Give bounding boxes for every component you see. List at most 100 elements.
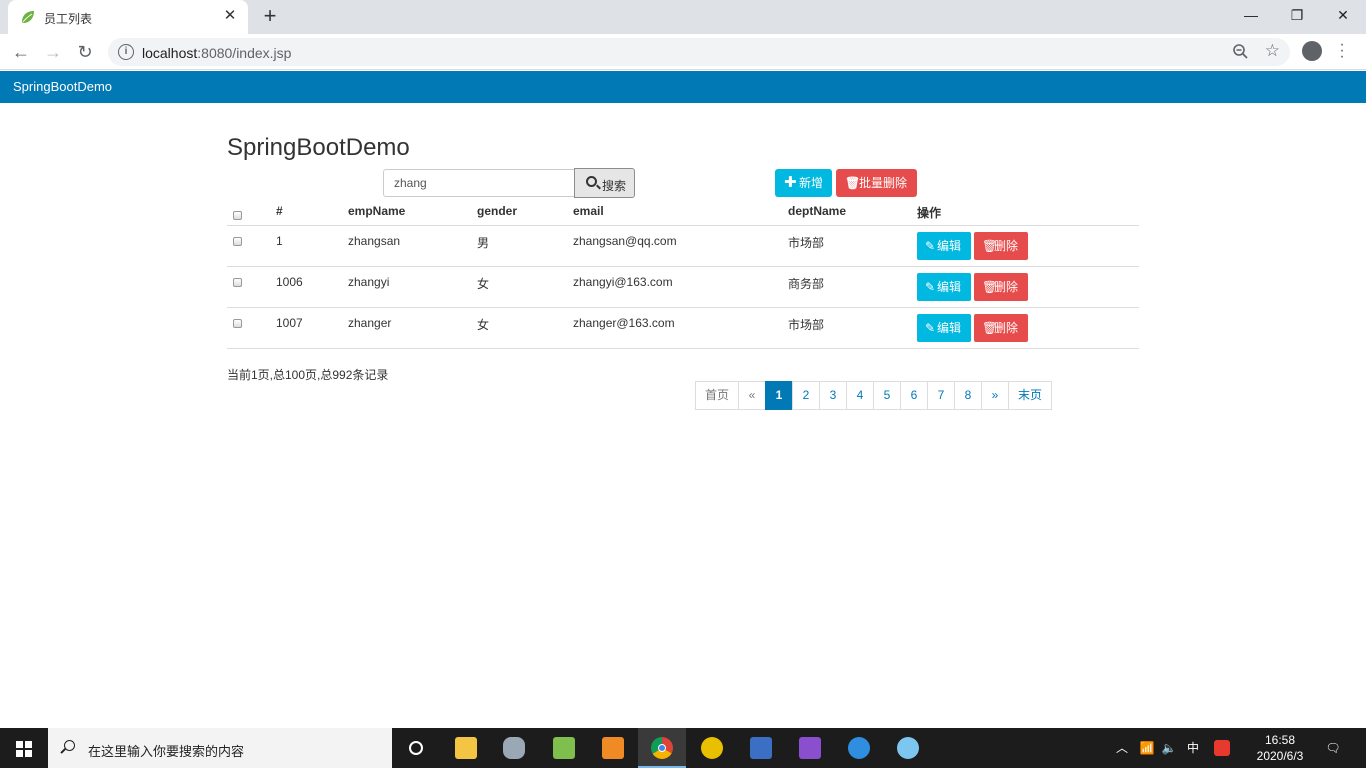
edit-button-label: 编辑 bbox=[937, 280, 962, 294]
zoom-icon[interactable] bbox=[1232, 43, 1250, 61]
pencil-icon: ✎ bbox=[925, 239, 936, 253]
window-close-icon[interactable]: ✕ bbox=[1320, 0, 1366, 32]
row-checkbox[interactable] bbox=[233, 319, 242, 328]
search-input[interactable] bbox=[383, 169, 575, 197]
clock-time: 16:58 bbox=[1264, 733, 1296, 747]
idea-icon[interactable] bbox=[786, 728, 834, 768]
cortana-icon[interactable] bbox=[392, 728, 440, 768]
page-first[interactable]: 首页 bbox=[695, 381, 739, 410]
cell-id: 1007 bbox=[276, 316, 303, 330]
plus-icon: ✚ bbox=[784, 174, 797, 191]
page-link-1[interactable]: 1 bbox=[765, 381, 793, 410]
site-info-icon[interactable]: i bbox=[118, 44, 134, 60]
chrome-taskbar-icon[interactable] bbox=[638, 728, 686, 768]
edit-button[interactable]: ✎ 编辑 bbox=[917, 232, 971, 260]
pdf-app-icon[interactable] bbox=[589, 728, 637, 768]
cell-empname: zhangsan bbox=[348, 234, 401, 248]
page-prev[interactable]: « bbox=[738, 381, 766, 410]
cell-deptname: 市场部 bbox=[788, 236, 825, 250]
ime-indicator[interactable]: 中 bbox=[1184, 728, 1202, 768]
row-checkbox[interactable] bbox=[233, 278, 242, 287]
navbar-brand[interactable]: SpringBootDemo bbox=[13, 79, 112, 94]
pencil-icon: ✎ bbox=[925, 321, 936, 335]
ultraedit-icon[interactable] bbox=[688, 728, 736, 768]
page-link-2[interactable]: 2 bbox=[792, 381, 820, 410]
trash-icon: 🗑 bbox=[845, 176, 861, 190]
employee-table: # empName gender email deptName 操作 1 zha… bbox=[227, 200, 1139, 349]
url-host: localhost bbox=[142, 45, 198, 61]
new-tab-button[interactable]: + bbox=[258, 4, 282, 28]
sogou-icon[interactable] bbox=[1212, 728, 1232, 768]
search-icon bbox=[586, 176, 597, 187]
add-button[interactable]: ✚ 新增 bbox=[775, 169, 832, 197]
profile-avatar-icon[interactable] bbox=[1302, 41, 1322, 61]
page-last[interactable]: 末页 bbox=[1008, 381, 1052, 410]
database-app-icon[interactable] bbox=[490, 728, 538, 768]
file-explorer-icon[interactable] bbox=[442, 728, 490, 768]
edit-button[interactable]: ✎ 编辑 bbox=[917, 314, 971, 342]
delete-button[interactable]: 🗑 删除 bbox=[974, 273, 1028, 301]
select-all-checkbox[interactable] bbox=[233, 211, 242, 220]
row-checkbox[interactable] bbox=[233, 237, 242, 246]
bookmark-star-icon[interactable]: ☆ bbox=[1265, 41, 1280, 61]
taskbar-search-icon bbox=[64, 740, 75, 751]
taskbar-clock[interactable]: 16:58 2020/6/3 bbox=[1244, 732, 1316, 764]
batch-delete-button[interactable]: 🗑 批量删除 bbox=[836, 169, 917, 197]
cell-email: zhangsan@qq.com bbox=[573, 234, 677, 248]
cell-email: zhangyi@163.com bbox=[573, 275, 673, 289]
close-tab-icon[interactable]: ✕ bbox=[220, 6, 240, 26]
page-link-5[interactable]: 5 bbox=[873, 381, 901, 410]
weather-icon[interactable] bbox=[884, 728, 932, 768]
chrome-menu-icon[interactable]: · · · bbox=[1338, 37, 1346, 65]
search-button[interactable]: 搜索 bbox=[574, 168, 635, 198]
cell-gender: 男 bbox=[477, 236, 490, 250]
page-link-6[interactable]: 6 bbox=[900, 381, 928, 410]
cell-id: 1006 bbox=[276, 275, 303, 289]
table-header-row: # empName gender email deptName 操作 bbox=[227, 200, 1139, 226]
tray-chevron-icon[interactable]: ︿ bbox=[1112, 728, 1132, 768]
pagination-info: 当前1页,总100页,总992条记录 bbox=[227, 368, 389, 382]
cell-gender: 女 bbox=[477, 277, 490, 291]
back-arrow-icon[interactable]: ← bbox=[8, 39, 34, 65]
cell-id: 1 bbox=[276, 234, 283, 248]
edit-button[interactable]: ✎ 编辑 bbox=[917, 273, 971, 301]
windows-logo-icon bbox=[16, 741, 32, 757]
network-icon[interactable]: 📶 bbox=[1138, 728, 1156, 768]
page-link-8[interactable]: 8 bbox=[954, 381, 982, 410]
page-link-7[interactable]: 7 bbox=[927, 381, 955, 410]
pencil-icon: ✎ bbox=[925, 280, 936, 294]
page-link-4[interactable]: 4 bbox=[846, 381, 874, 410]
cell-deptname: 商务部 bbox=[788, 277, 825, 291]
notification-center-icon[interactable]: 🗨 bbox=[1320, 728, 1346, 768]
forward-arrow-icon[interactable]: → bbox=[40, 39, 66, 65]
delete-button-label: 删除 bbox=[994, 321, 1019, 335]
header-empname: empName bbox=[348, 204, 406, 218]
url-path: :8080/index.jsp bbox=[197, 45, 292, 61]
reload-icon[interactable]: ↻ bbox=[72, 39, 98, 65]
browser-tab[interactable]: 员工列表 ✕ bbox=[8, 0, 248, 34]
page-link-3[interactable]: 3 bbox=[819, 381, 847, 410]
feishu-icon[interactable] bbox=[835, 728, 883, 768]
page-next[interactable]: » bbox=[981, 381, 1009, 410]
delete-button-label: 删除 bbox=[994, 239, 1019, 253]
browser-toolbar: ← → ↻ i localhost:8080/index.jsp ☆ · · · bbox=[0, 34, 1366, 70]
spring-leaf-icon bbox=[22, 11, 34, 23]
restore-icon[interactable]: ❐ bbox=[1274, 0, 1320, 32]
taskbar-search-box[interactable]: 在这里输入你要搜索的内容 bbox=[48, 728, 392, 768]
add-button-label: 新增 bbox=[799, 176, 824, 190]
windows-taskbar: 在这里输入你要搜索的内容 ︿ 📶 🔈 中 16:58 2020/6/3 🗨 bbox=[0, 728, 1366, 768]
delete-button-label: 删除 bbox=[994, 280, 1019, 294]
search-button-label: 搜索 bbox=[602, 179, 627, 193]
app-navbar: SpringBootDemo bbox=[0, 71, 1366, 103]
delete-button[interactable]: 🗑 删除 bbox=[974, 232, 1028, 260]
pagination: 首页 « 1 2 3 4 5 6 7 8 » 末页 bbox=[695, 381, 1052, 410]
start-button[interactable] bbox=[0, 728, 48, 768]
volume-icon[interactable]: 🔈 bbox=[1160, 728, 1178, 768]
remote-desktop-icon[interactable] bbox=[737, 728, 785, 768]
address-bar[interactable]: i localhost:8080/index.jsp ☆ bbox=[108, 38, 1290, 66]
header-id: # bbox=[276, 204, 283, 218]
notepad-app-icon[interactable] bbox=[540, 728, 588, 768]
delete-button[interactable]: 🗑 删除 bbox=[974, 314, 1028, 342]
table-row: 1006 zhangyi 女 zhangyi@163.com 商务部 ✎ 编辑 … bbox=[227, 267, 1139, 308]
minimize-icon[interactable]: — bbox=[1228, 0, 1274, 32]
